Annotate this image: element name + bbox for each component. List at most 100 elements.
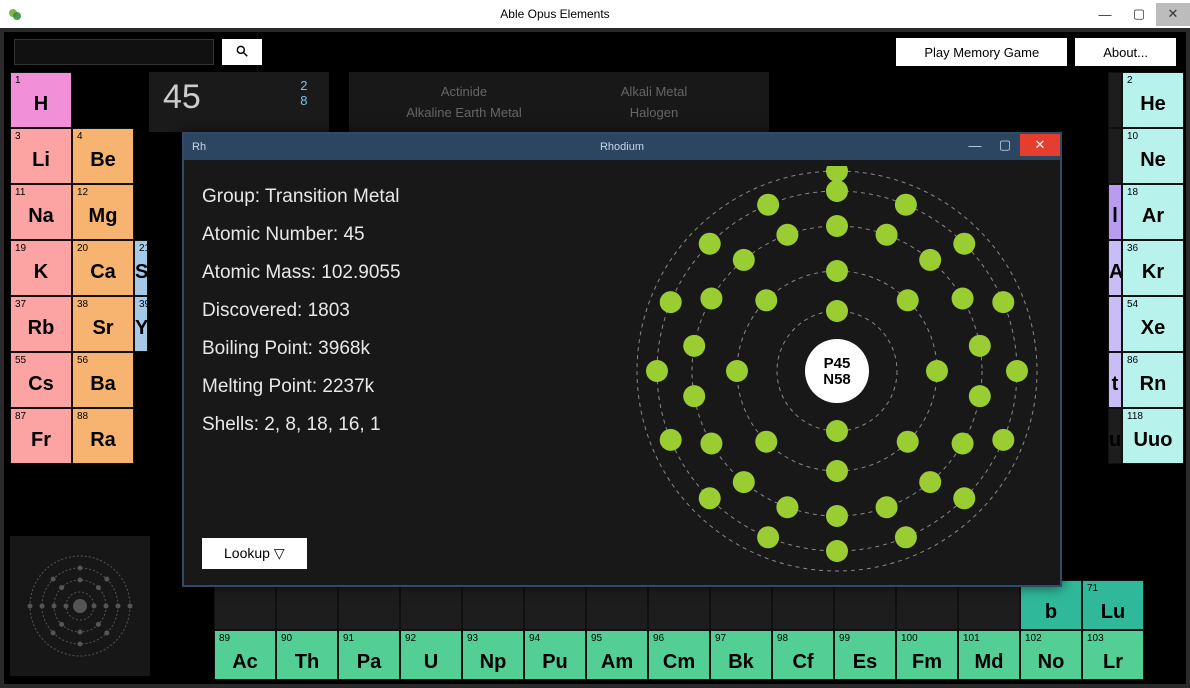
element-number: 10 [1127, 131, 1138, 142]
element-cell-Pu[interactable]: 94Pu [524, 630, 586, 680]
element-cell-Fm[interactable]: 100Fm [896, 630, 958, 680]
element-cell-Ne[interactable]: 10Ne [1122, 128, 1184, 184]
element-cell-Cs[interactable]: 55Cs [10, 352, 72, 408]
element-cell-l[interactable]: l [1108, 184, 1122, 240]
element-symbol: Fm [897, 651, 957, 674]
element-number: 21 [139, 243, 150, 254]
electron-icon [660, 429, 682, 451]
element-cell-Mg[interactable]: 12Mg [72, 184, 134, 240]
element-cell-us[interactable]: us [1108, 408, 1122, 464]
element-cell-K[interactable]: 19K [10, 240, 72, 296]
element-cell-Ra[interactable]: 88Ra [72, 408, 134, 464]
element-cell-Cf[interactable]: 98Cf [772, 630, 834, 680]
dialog-close-button[interactable]: ✕ [1020, 134, 1060, 156]
element-number: 2 [1127, 75, 1133, 86]
atomic-summary-panel: 45 2 8 [149, 72, 329, 132]
electron-icon [953, 233, 975, 255]
element-cell-Th[interactable]: 90Th [276, 630, 338, 680]
element-cell-blank[interactable] [648, 580, 710, 630]
element-number: 92 [405, 633, 416, 644]
dialog-minimize-button[interactable]: — [960, 134, 990, 156]
element-cell-Y[interactable]: 39Y [134, 296, 148, 352]
element-cell-He[interactable]: 2He [1122, 72, 1184, 128]
about-button[interactable]: About... [1075, 38, 1176, 66]
element-symbol: l [1109, 205, 1121, 228]
element-cell-H[interactable]: 1H [10, 72, 72, 128]
element-cell-Kr[interactable]: 36Kr [1122, 240, 1184, 296]
shell-count-2: 8 [267, 93, 307, 108]
element-cell-Li[interactable]: 3Li [10, 128, 72, 184]
electron-icon [755, 289, 777, 311]
category-label[interactable]: Alkaline Earth Metal [369, 105, 559, 120]
element-cell-blank[interactable] [1108, 128, 1122, 184]
element-cell-blank[interactable] [276, 580, 338, 630]
search-button[interactable] [222, 39, 262, 65]
element-cell-Fr[interactable]: 87Fr [10, 408, 72, 464]
element-cell-blank[interactable] [834, 580, 896, 630]
lookup-button[interactable]: Lookup ▽ [202, 538, 307, 569]
category-label[interactable]: Actinide [369, 84, 559, 99]
element-number: 54 [1127, 299, 1138, 310]
window-close-button[interactable]: ✕ [1156, 3, 1190, 26]
element-cell-blank[interactable] [586, 580, 648, 630]
dialog-titlebar[interactable]: Rh Rhodium — ▢ ✕ [184, 134, 1060, 160]
atom-thumbnail[interactable] [10, 536, 150, 676]
element-cell-Es[interactable]: 99Es [834, 630, 896, 680]
element-cell-Ac[interactable]: 89Ac [214, 630, 276, 680]
electron-icon [826, 505, 848, 527]
element-cell-Xe[interactable]: 54 Xe [1122, 296, 1184, 352]
memory-game-button[interactable]: Play Memory Game [896, 38, 1067, 66]
element-properties: Group: Transition MetalAtomic Number: 45… [202, 178, 401, 444]
element-cell-Sr[interactable]: 38Sr [72, 296, 134, 352]
category-label[interactable]: Alkali Metal [559, 84, 749, 99]
window-titlebar: Able Opus Elements — ▢ ✕ [0, 0, 1190, 28]
element-symbol: Fr [11, 429, 71, 452]
element-cell-Lu[interactable]: 71Lu [1082, 580, 1144, 630]
periodic-table-bottom: b71Lu 89Ac90Th91Pa 92 U93Np94Pu95Am96Cm97B… [214, 580, 1144, 680]
element-cell-blank[interactable] [1108, 296, 1122, 352]
search-input[interactable] [14, 39, 214, 65]
element-symbol: Xe [1123, 317, 1183, 340]
element-cell-blank[interactable] [958, 580, 1020, 630]
element-number: 71 [1087, 583, 1098, 594]
element-property: Group: Transition Metal [202, 178, 401, 216]
element-cell-Np[interactable]: 93Np [462, 630, 524, 680]
element-cell-U[interactable]: 92 U [400, 630, 462, 680]
window-maximize-button[interactable]: ▢ [1122, 3, 1156, 26]
window-minimize-button[interactable]: — [1088, 3, 1122, 26]
element-cell-Rb[interactable]: 37Rb [10, 296, 72, 352]
element-cell-Be[interactable]: 4Be [72, 128, 134, 184]
element-cell-Al[interactable]: Al [1108, 240, 1122, 296]
element-cell-Ca[interactable]: 20Ca [72, 240, 134, 296]
element-cell-t[interactable]: t [1108, 352, 1122, 408]
element-cell-Uuo[interactable]: 118Uuo [1122, 408, 1184, 464]
element-cell-Pa[interactable]: 91Pa [338, 630, 400, 680]
dialog-maximize-button[interactable]: ▢ [990, 134, 1020, 156]
element-cell-b[interactable]: b [1020, 580, 1082, 630]
element-cell-Lr[interactable]: 103Lr [1082, 630, 1144, 680]
element-cell-blank[interactable] [214, 580, 276, 630]
element-cell-blank[interactable] [524, 580, 586, 630]
element-cell-Bk[interactable]: 97Bk [710, 630, 772, 680]
element-cell-Ar[interactable]: 18Ar [1122, 184, 1184, 240]
element-number: 1 [15, 75, 21, 86]
element-cell-No[interactable]: 102No [1020, 630, 1082, 680]
element-symbol: Ra [73, 429, 133, 452]
element-cell-Md[interactable]: 101Md [958, 630, 1020, 680]
element-cell-Rn[interactable]: 86Rn [1122, 352, 1184, 408]
element-cell-blank[interactable] [772, 580, 834, 630]
element-cell-blank[interactable] [896, 580, 958, 630]
electron-icon [969, 385, 991, 407]
element-cell-S[interactable]: 21S [134, 240, 148, 296]
element-cell-Ba[interactable]: 56Ba [72, 352, 134, 408]
element-cell-Cm[interactable]: 96Cm [648, 630, 710, 680]
element-symbol: U [401, 651, 461, 674]
element-cell-Am[interactable]: 95Am [586, 630, 648, 680]
element-cell-blank[interactable] [710, 580, 772, 630]
element-cell-blank[interactable] [338, 580, 400, 630]
category-label[interactable]: Halogen [559, 105, 749, 120]
element-cell-Na[interactable]: 11Na [10, 184, 72, 240]
element-cell-blank[interactable] [400, 580, 462, 630]
element-cell-blank[interactable] [1108, 72, 1122, 128]
element-cell-blank[interactable] [462, 580, 524, 630]
